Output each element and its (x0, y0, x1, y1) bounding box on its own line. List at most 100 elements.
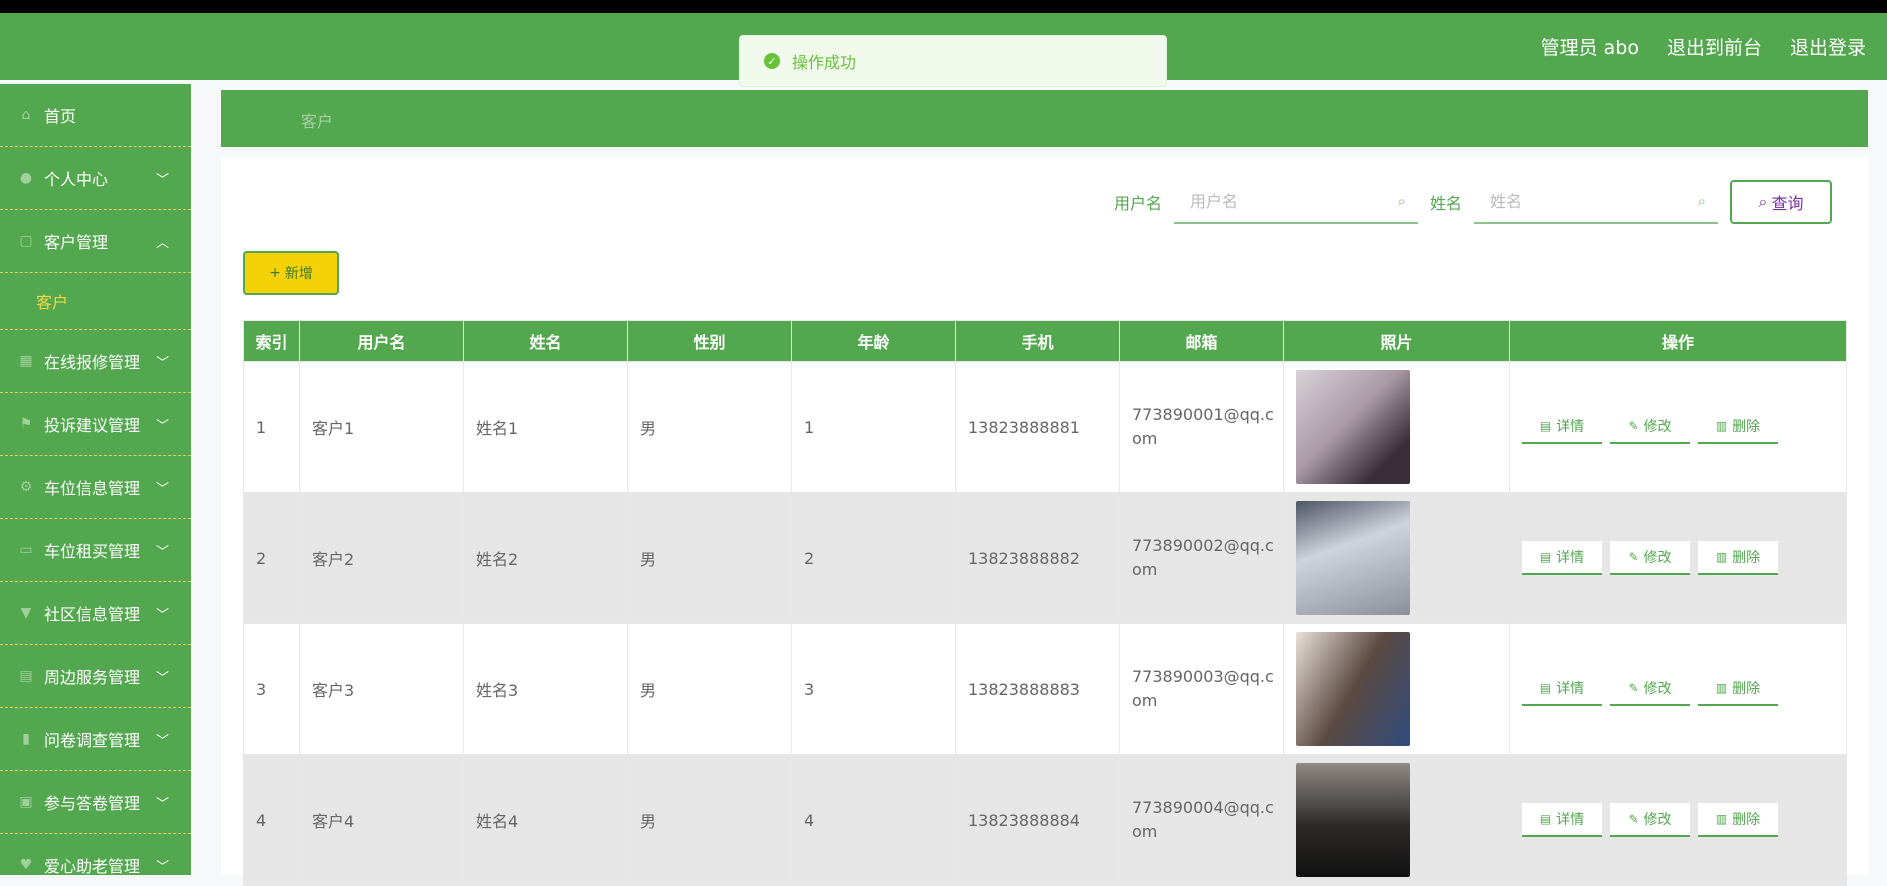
add-button[interactable]: + 新增 (243, 251, 339, 295)
search-icon: ⌕ (1697, 192, 1706, 210)
query-button[interactable]: ⌕ 查询 (1730, 180, 1832, 224)
chevron-down-icon: ﹀ (155, 671, 169, 686)
cell-username: 客户1 (299, 361, 464, 493)
sidebar-item-customer-management[interactable]: ▢ 客户管理 ︿ (0, 210, 191, 273)
sidebar-item-home[interactable]: ⌂ 首页 (0, 84, 191, 147)
table-row: 2 客户2 姓名2 男 2 13823888882 773890002@qq.c… (243, 492, 1847, 624)
detail-button[interactable]: ▤ 详情 (1522, 803, 1602, 837)
cell-gender: 男 (627, 361, 792, 493)
cell-email: 773890003@qq.com (1119, 623, 1284, 755)
logout-link[interactable]: 退出登录 (1790, 33, 1866, 60)
apps-icon: ▦ (19, 353, 33, 369)
sidebar-item-community[interactable]: ▼ 社区信息管理 ﹀ (0, 582, 191, 645)
document-icon: ▤ (1539, 419, 1552, 433)
edit-button[interactable]: ✎ 修改 (1610, 541, 1690, 575)
sidebar-item-answers[interactable]: ▣ 参与答卷管理 ﹀ (0, 771, 191, 834)
col-gender[interactable]: 性别 (627, 320, 792, 362)
cell-photo (1283, 623, 1510, 755)
to-front-link[interactable]: 退出到前台 (1667, 33, 1762, 60)
cell-gender: 男 (627, 492, 792, 624)
cell-email: 773890004@qq.com (1119, 754, 1284, 886)
cell-age: 2 (791, 492, 956, 624)
chart-icon: ▮ (22, 731, 30, 747)
table-header-row: 索引 用户名 姓名 性别 年龄 手机 邮箱 照片 操作 (243, 320, 1847, 362)
sidebar-item-elderly[interactable]: ♥ 爱心助老管理 ﹀ (0, 834, 191, 875)
detail-button[interactable]: ▤ 详情 (1522, 410, 1602, 444)
username-search-input[interactable] (1173, 180, 1392, 222)
sidebar-item-services[interactable]: ▤ 周边服务管理 ﹀ (0, 645, 191, 708)
edit-label: 修改 (1643, 419, 1672, 435)
chevron-down-icon: ﹀ (155, 545, 169, 560)
plus-icon: + (269, 265, 281, 281)
col-phone[interactable]: 手机 (955, 320, 1120, 362)
customer-photo (1296, 370, 1410, 484)
col-actions: 操作 (1509, 320, 1847, 362)
cell-photo (1283, 361, 1510, 493)
edit-button[interactable]: ✎ 修改 (1610, 672, 1690, 706)
sidebar-item-repair[interactable]: ▦ 在线报修管理 ﹀ (0, 330, 191, 393)
check-circle-icon: ✓ (764, 53, 780, 69)
cell-name: 姓名4 (463, 754, 628, 886)
col-age[interactable]: 年龄 (791, 320, 956, 362)
sidebar-item-survey[interactable]: ▮ 问卷调查管理 ﹀ (0, 708, 191, 771)
cell-actions: ▤ 详情 ✎ 修改 ▥ 删除 (1509, 492, 1847, 624)
main-panel: 用户名 ⌕ 姓名 ⌕ ⌕ 查询 + 新增 索引 用户名 姓名 性别 (221, 157, 1868, 886)
trash-icon: ▥ (1715, 681, 1728, 695)
delete-label: 删除 (1732, 681, 1761, 697)
chevron-down-icon: ﹀ (155, 356, 169, 371)
delete-label: 删除 (1732, 419, 1761, 435)
cell-actions: ▤ 详情 ✎ 修改 ▥ 删除 (1509, 623, 1847, 755)
chevron-down-icon: ﹀ (155, 860, 169, 875)
pencil-icon: ✎ (1628, 681, 1639, 695)
col-name[interactable]: 姓名 (463, 320, 628, 362)
detail-label: 详情 (1556, 419, 1585, 435)
edit-button[interactable]: ✎ 修改 (1610, 410, 1690, 444)
breadcrumb-current: 客户 (301, 112, 334, 131)
cell-index: 2 (243, 492, 300, 624)
pencil-icon: ✎ (1628, 550, 1639, 564)
customer-photo (1296, 763, 1410, 877)
toast-message: 操作成功 (792, 53, 857, 72)
chevron-down-icon: ﹀ (155, 797, 169, 812)
sidebar-item-label: 在线报修管理 (44, 353, 141, 372)
chevron-down-icon: ﹀ (155, 734, 169, 749)
sidebar-item-complaint[interactable]: ⚑ 投诉建议管理 ﹀ (0, 393, 191, 456)
table-row: 1 客户1 姓名1 男 1 13823888881 773890001@qq.c… (243, 361, 1847, 493)
sidebar-item-label: 客户管理 (44, 233, 109, 252)
sidebar-item-label: 投诉建议管理 (44, 416, 141, 435)
heart-icon: ♥ (19, 857, 33, 873)
pencil-icon: ✎ (1628, 812, 1639, 826)
search-bar: 用户名 ⌕ 姓名 ⌕ ⌕ 查询 (1114, 180, 1832, 224)
sidebar-item-label: 问卷调查管理 (44, 731, 141, 750)
sidebar-item-parking-rent[interactable]: ▭ 车位租买管理 ﹀ (0, 519, 191, 582)
table-row: 4 客户4 姓名4 男 4 13823888884 773890004@qq.c… (243, 754, 1847, 886)
delete-button[interactable]: ▥ 删除 (1698, 541, 1778, 575)
delete-button[interactable]: ▥ 删除 (1698, 672, 1778, 706)
cell-username: 客户4 (299, 754, 464, 886)
edit-button[interactable]: ✎ 修改 (1610, 803, 1690, 837)
sidebar-subitem-customer[interactable]: 客户 (0, 273, 191, 330)
col-email[interactable]: 邮箱 (1119, 320, 1284, 362)
delete-button[interactable]: ▥ 删除 (1698, 803, 1778, 837)
sidebar-item-profile[interactable]: ● 个人中心 ﹀ (0, 147, 191, 210)
customer-photo (1296, 632, 1410, 746)
cell-age: 4 (791, 754, 956, 886)
doc-icon: ▤ (19, 668, 33, 684)
detail-button[interactable]: ▤ 详情 (1522, 541, 1602, 575)
name-search-input[interactable] (1474, 180, 1692, 222)
cup-icon: ▼ (20, 605, 32, 621)
sidebar-item-parking-info[interactable]: ⚙ 车位信息管理 ﹀ (0, 456, 191, 519)
cell-index: 4 (243, 754, 300, 886)
breadcrumb: 客户 (221, 90, 1868, 147)
sidebar-item-label: 爱心助老管理 (44, 857, 141, 875)
customer-photo (1296, 501, 1410, 615)
clipboard-icon: ▣ (19, 794, 33, 810)
delete-label: 删除 (1732, 812, 1761, 828)
col-index[interactable]: 索引 (243, 320, 300, 362)
col-username[interactable]: 用户名 (299, 320, 464, 362)
delete-button[interactable]: ▥ 删除 (1698, 410, 1778, 444)
cell-email: 773890002@qq.com (1119, 492, 1284, 624)
cell-email: 773890001@qq.com (1119, 361, 1284, 493)
detail-label: 详情 (1556, 812, 1585, 828)
detail-button[interactable]: ▤ 详情 (1522, 672, 1602, 706)
